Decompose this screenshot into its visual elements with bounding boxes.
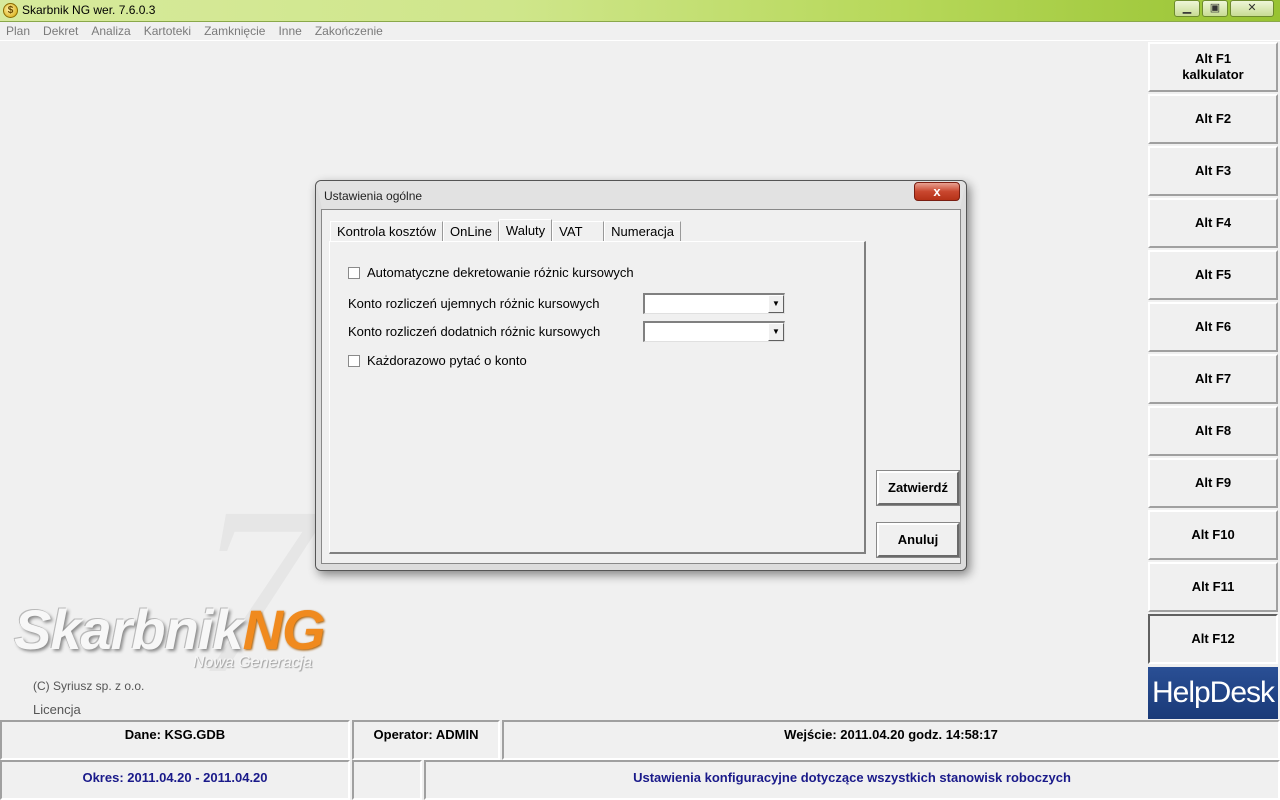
alt-f6-button[interactable]: Alt F6 xyxy=(1148,302,1278,352)
tab-vat[interactable]: VAT xyxy=(552,221,605,241)
chevron-down-icon[interactable]: ▼ xyxy=(768,323,784,341)
tab-waluty[interactable]: Waluty xyxy=(498,219,553,241)
logo-subtitle: Nowa Generacja xyxy=(193,654,313,671)
auto-posting-label: Automatyczne dekretowanie różnic kursowy… xyxy=(367,265,634,280)
status-row-top: Dane: KSG.GDB Operator: ADMIN Wejście: 2… xyxy=(0,720,1280,760)
menu-zakonczenie[interactable]: Zakończenie xyxy=(315,22,383,40)
logo-ng-text: NG xyxy=(242,598,326,661)
settings-dialog: Ustawienia ogólne x Kontrola kosztów OnL… xyxy=(315,180,967,571)
alt-f2-button[interactable]: Alt F2 xyxy=(1148,94,1278,144)
title-bar: $ Skarbnik NG wer. 7.6.0.3 ▁ ▣ ✕ xyxy=(0,0,1280,22)
fkey-label: Alt F8 xyxy=(1194,423,1232,438)
status-operator: Operator: ADMIN xyxy=(352,720,500,760)
minimize-button[interactable]: ▁ xyxy=(1174,0,1200,17)
tab-numeracja[interactable]: Numeracja xyxy=(604,221,682,241)
menu-kartoteki[interactable]: Kartoteki xyxy=(144,22,191,40)
status-empty-cell xyxy=(352,760,422,800)
dialog-close-button[interactable]: x xyxy=(914,182,960,201)
waluty-tab-panel: Automatyczne dekretowanie różnic kursowy… xyxy=(329,241,866,554)
fkey-label: Alt F4 xyxy=(1194,215,1232,230)
auto-posting-row[interactable]: Automatyczne dekretowanie różnic kursowy… xyxy=(348,265,634,280)
app-coin-icon: $ xyxy=(3,3,18,18)
fkey-label: Alt F12 xyxy=(1191,631,1235,646)
status-description: Ustawienia konfiguracyjne dotyczące wszy… xyxy=(424,760,1280,800)
close-window-button[interactable]: ✕ xyxy=(1230,0,1274,17)
dialog-body: Kontrola kosztów OnLine Waluty VAT Numer… xyxy=(321,209,961,564)
logo-main-text: Skarbnik xyxy=(14,598,244,661)
tab-online[interactable]: OnLine xyxy=(443,221,499,241)
fkey-label: Alt F3 xyxy=(1194,163,1232,178)
status-login-time: Wejście: 2011.04.20 godz. 14:58:17 xyxy=(502,720,1280,760)
fkey-label: Alt F1 xyxy=(1194,51,1232,66)
alt-f10-button[interactable]: Alt F10 xyxy=(1148,510,1278,560)
alt-f1-button[interactable]: Alt F1 kalkulator xyxy=(1148,42,1278,92)
menu-analiza[interactable]: Analiza xyxy=(91,22,130,40)
helpdesk-button[interactable]: HelpDesk xyxy=(1148,667,1278,719)
alt-f4-button[interactable]: Alt F4 xyxy=(1148,198,1278,248)
positive-account-label: Konto rozliczeń dodatnich różnic kursowy… xyxy=(348,324,601,339)
menu-dekret[interactable]: Dekret xyxy=(43,22,78,40)
dialog-title: Ustawienia ogólne xyxy=(324,189,423,203)
fkey-label: Alt F5 xyxy=(1194,267,1232,282)
licence-link[interactable]: Licencja xyxy=(33,702,81,717)
ask-account-label: Każdorazowo pytać o konto xyxy=(367,353,527,368)
fkey-label: Alt F11 xyxy=(1191,579,1235,594)
fkey-label: Alt F6 xyxy=(1194,319,1232,334)
alt-f8-button[interactable]: Alt F8 xyxy=(1148,406,1278,456)
version-seven-watermark: 7 xyxy=(195,457,315,723)
fkey-label: Alt F7 xyxy=(1194,371,1232,386)
alt-f7-button[interactable]: Alt F7 xyxy=(1148,354,1278,404)
maximize-button[interactable]: ▣ xyxy=(1202,0,1228,17)
chevron-down-icon[interactable]: ▼ xyxy=(768,295,784,313)
fkey-label: Alt F9 xyxy=(1194,475,1232,490)
alt-f5-button[interactable]: Alt F5 xyxy=(1148,250,1278,300)
menu-inne[interactable]: Inne xyxy=(278,22,301,40)
fkey-label: Alt F2 xyxy=(1194,111,1232,126)
skarbnik-logo: SkarbnikNG xyxy=(14,598,326,662)
alt-f9-button[interactable]: Alt F9 xyxy=(1148,458,1278,508)
menu-plan[interactable]: Plan xyxy=(6,22,30,40)
window-controls: ▁ ▣ ✕ xyxy=(1174,0,1274,18)
tab-kontrola-kosztow[interactable]: Kontrola kosztów xyxy=(330,221,443,241)
status-database: Dane: KSG.GDB xyxy=(0,720,350,760)
positive-account-select[interactable]: ▼ xyxy=(643,321,785,342)
status-period: Okres: 2011.04.20 - 2011.04.20 xyxy=(0,760,350,800)
negative-account-select[interactable]: ▼ xyxy=(643,293,785,314)
alt-f11-button[interactable]: Alt F11 xyxy=(1148,562,1278,612)
alt-f12-button[interactable]: Alt F12 xyxy=(1148,614,1278,664)
auto-posting-checkbox[interactable] xyxy=(348,266,360,279)
alt-f3-button[interactable]: Alt F3 xyxy=(1148,146,1278,196)
window-title: Skarbnik NG wer. 7.6.0.3 xyxy=(22,3,156,17)
status-row-bottom: Okres: 2011.04.20 - 2011.04.20 Ustawieni… xyxy=(0,760,1280,800)
ask-account-row[interactable]: Każdorazowo pytać o konto xyxy=(348,353,527,368)
fkey-label: Alt F10 xyxy=(1191,527,1235,542)
tab-strip: Kontrola kosztów OnLine Waluty VAT Numer… xyxy=(330,219,682,241)
menu-zamkniecie[interactable]: Zamknięcie xyxy=(204,22,265,40)
fkey-sublabel: kalkulator xyxy=(1182,67,1244,82)
negative-account-label: Konto rozliczeń ujemnych różnic kursowyc… xyxy=(348,296,600,311)
confirm-button[interactable]: Zatwierdź xyxy=(876,470,960,506)
cancel-button[interactable]: Anuluj xyxy=(876,522,960,558)
copyright-text: (C) Syriusz sp. z o.o. xyxy=(33,679,145,693)
menu-bar: Plan Dekret Analiza Kartoteki Zamknięcie… xyxy=(0,22,1280,41)
ask-account-checkbox[interactable] xyxy=(348,354,360,367)
